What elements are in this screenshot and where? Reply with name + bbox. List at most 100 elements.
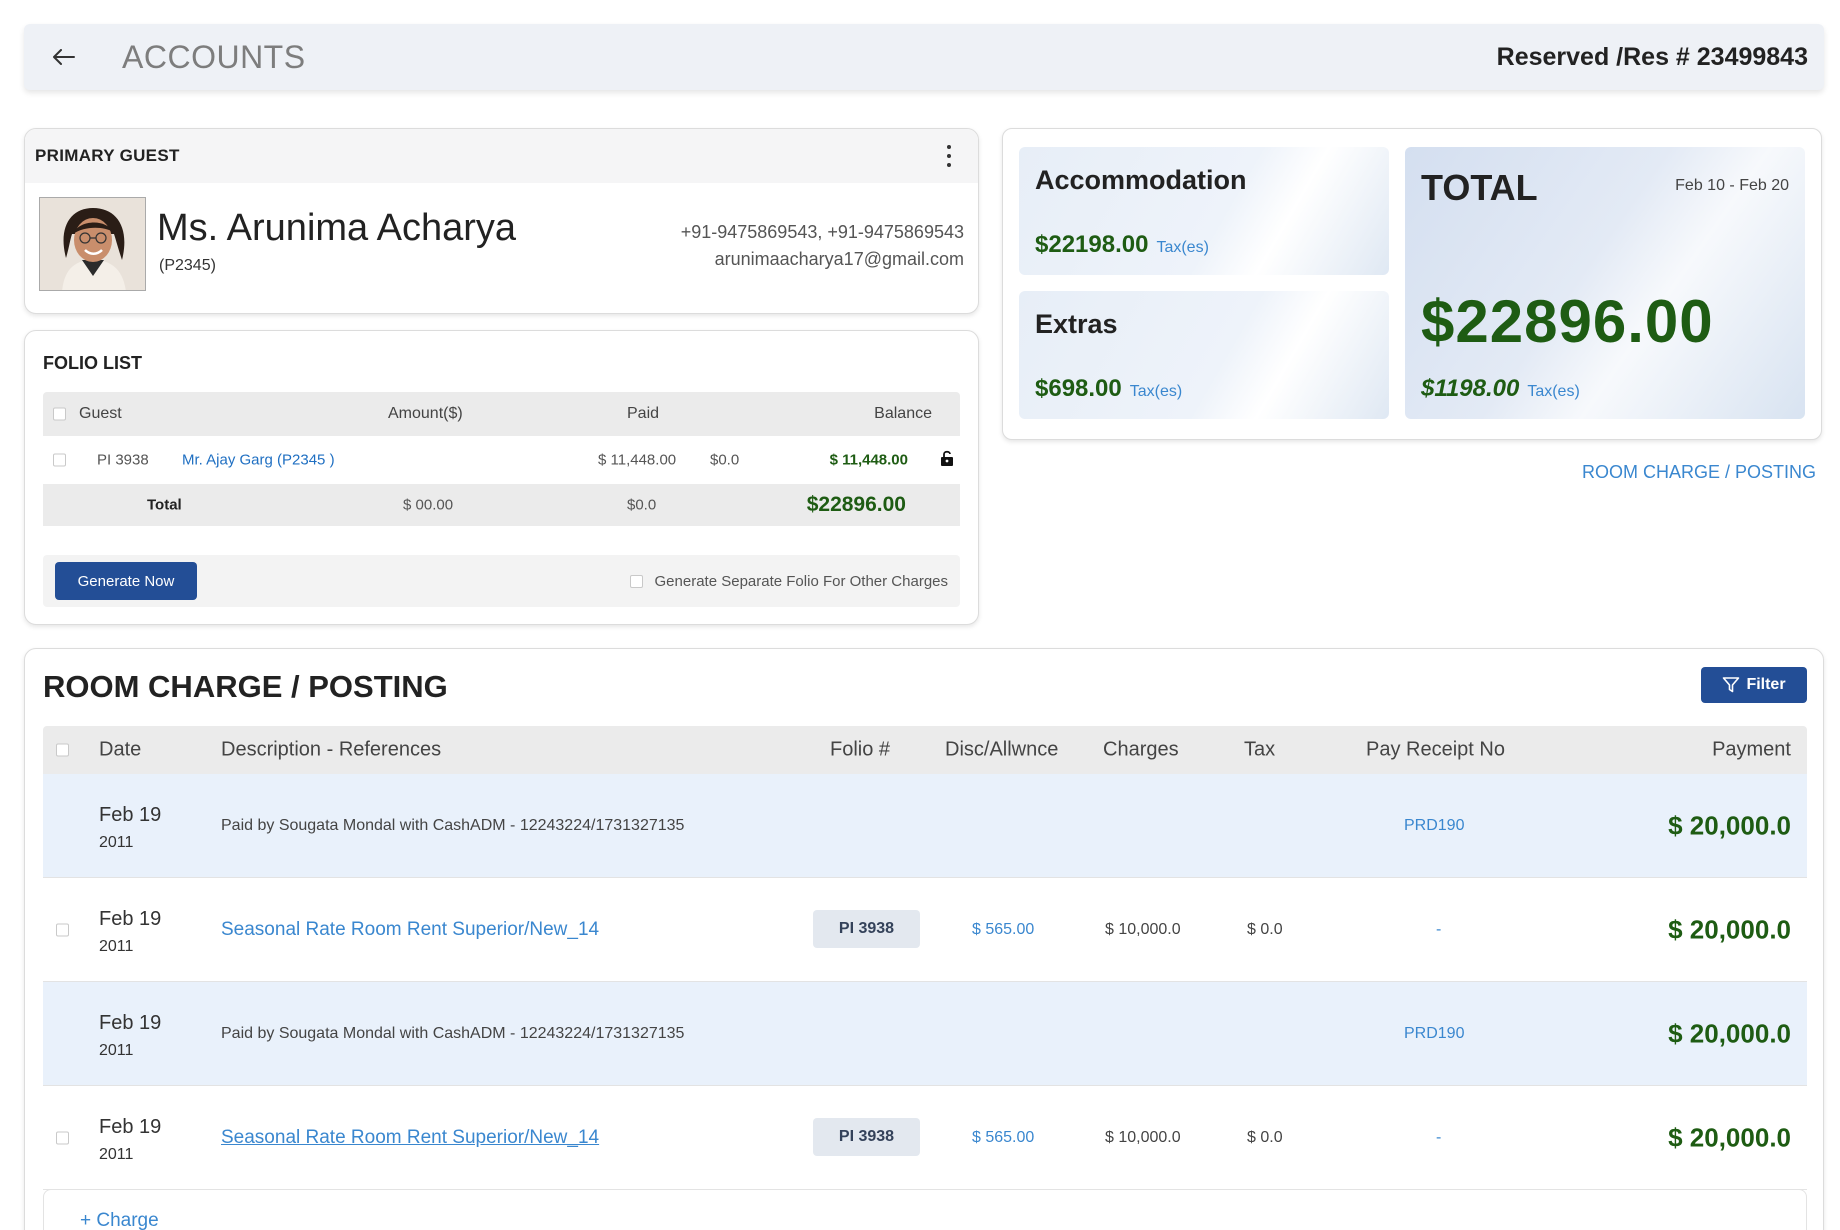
row-payment: $ 20,000.0 (1668, 914, 1791, 944)
folio-table-header: Guest Amount($) Paid Balance (43, 392, 960, 436)
room-charge-table: Date Description - References Folio # Di… (43, 726, 1807, 1190)
total-paid: $0.0 (627, 496, 657, 514)
total-tax-link[interactable]: Tax(es) (1527, 383, 1579, 400)
accommodation-amount-line: $22198.00 Tax(es) (1035, 231, 1209, 259)
row-receipt-link[interactable]: PRD190 (1404, 817, 1464, 835)
guest-name: Ms. Arunima Acharya (157, 207, 517, 249)
extras-amount: $698.00 (1035, 375, 1122, 402)
grand-total-amount: $22896.00 (1421, 288, 1714, 355)
row-discount: $ 565.00 (972, 1128, 1035, 1146)
row-charges: $ 10,000.0 (1105, 920, 1181, 938)
more-options-icon[interactable] (942, 145, 956, 167)
room-charge-posting-link[interactable]: ROOM CHARGE / POSTING (1582, 462, 1816, 483)
room-charge-header: Date Description - References Folio # Di… (43, 726, 1807, 774)
filter-label: Filter (1746, 676, 1786, 693)
row-date: Feb 19 (99, 1116, 162, 1138)
select-all-folios-checkbox[interactable] (53, 407, 66, 421)
total-label: Total (147, 496, 182, 514)
room-charge-card: ROOM CHARGE / POSTING Filter Date Descri… (24, 648, 1824, 1230)
table-row[interactable]: Feb 19 2011 Seasonal Rate Room Rent Supe… (43, 1086, 1807, 1190)
row-tax: $ 0.0 (1247, 920, 1283, 938)
row-description: Paid by Sougata Mondal with CashADM - 12… (221, 1024, 685, 1042)
folio-paid: $0.0 (710, 451, 740, 469)
back-button[interactable] (36, 24, 92, 90)
row-date: Feb 19 (99, 804, 162, 826)
separate-folio-checkbox[interactable] (629, 574, 643, 588)
back-arrow-icon (53, 49, 75, 65)
summary-card: Accommodation $22198.00 Tax(es) Extras $6… (1002, 128, 1822, 440)
col-description: Description - References (221, 738, 442, 761)
col-amount: Amount($) (388, 405, 463, 422)
accommodation-tax-link[interactable]: Tax(es) (1156, 239, 1208, 256)
row-description-link[interactable]: Seasonal Rate Room Rent Superior/New_14 (221, 1127, 599, 1149)
separate-folio-label: Generate Separate Folio For Other Charge… (654, 572, 948, 590)
row-receipt: - (1436, 920, 1442, 938)
row-receipt: - (1436, 1128, 1442, 1146)
row-description: Paid by Sougata Mondal with CashADM - 12… (221, 816, 685, 834)
col-paid: Paid (627, 405, 660, 422)
primary-guest-title: PRIMARY GUEST (35, 146, 180, 165)
folio-row-checkbox[interactable] (53, 453, 66, 467)
folio-list-title: FOLIO LIST (43, 353, 142, 373)
total-amount: $ 00.00 (403, 496, 454, 514)
folio-list-card: FOLIO LIST Guest Amount($) Paid Balance … (24, 330, 979, 625)
folio-amount: $ 11,448.00 (598, 451, 677, 469)
primary-guest-header: PRIMARY GUEST (25, 129, 978, 183)
total-tax-amount: $1198.00 (1421, 375, 1520, 402)
guest-email: arunimaacharya17@gmail.com (714, 249, 964, 269)
col-folio: Folio # (830, 738, 891, 761)
table-row[interactable]: Feb 19 2011 Seasonal Rate Room Rent Supe… (43, 878, 1807, 982)
guest-avatar (39, 197, 146, 291)
guest-contact: +91-9475869543, +91-9475869543 arunimaac… (681, 219, 964, 273)
extras-amount-line: $698.00 Tax(es) (1035, 375, 1182, 403)
accommodation-tile: Accommodation $22198.00 Tax(es) (1019, 147, 1389, 275)
col-charges: Charges (1103, 738, 1179, 761)
row-payment: $ 20,000.0 (1668, 810, 1791, 840)
folio-guest-link[interactable]: Mr. Ajay Garg (P2345 ) (182, 452, 335, 469)
total-tax-line: $1198.00 Tax(es) (1421, 375, 1580, 403)
folio-table: Guest Amount($) Paid Balance PI 3938 Mr.… (43, 392, 960, 526)
col-payment: Payment (1712, 738, 1791, 761)
row-date: Feb 19 (99, 908, 162, 930)
table-row[interactable]: Feb 19 2011 Paid by Sougata Mondal with … (43, 982, 1807, 1086)
row-description-link[interactable]: Seasonal Rate Room Rent Superior/New_14 (221, 919, 599, 941)
folio-number: PI 3938 (97, 451, 149, 469)
row-charges: $ 10,000.0 (1105, 1128, 1181, 1146)
row-payment: $ 20,000.0 (1668, 1018, 1791, 1048)
add-charge-button[interactable]: + Charge (80, 1210, 159, 1230)
unlock-icon[interactable] (940, 450, 954, 470)
guest-code: (P2345) (159, 257, 216, 274)
row-date: Feb 19 (99, 1012, 162, 1034)
generate-bar: Generate Now Generate Separate Folio For… (43, 555, 960, 607)
folio-balance: $ 11,448.00 (829, 451, 908, 469)
generate-now-button[interactable]: Generate Now (55, 562, 197, 600)
row-receipt-link[interactable]: PRD190 (1404, 1025, 1464, 1043)
guest-phones: +91-9475869543, +91-9475869543 (680, 222, 964, 242)
select-all-charges-checkbox[interactable] (56, 743, 69, 757)
table-row[interactable]: Feb 19 2011 Paid by Sougata Mondal with … (43, 774, 1807, 878)
row-tax: $ 0.0 (1247, 1128, 1283, 1146)
row-checkbox[interactable] (56, 923, 69, 936)
total-balance: $22896.00 (806, 493, 906, 516)
page-title: ACCOUNTS (122, 38, 306, 75)
filter-icon (1723, 677, 1740, 693)
accommodation-label: Accommodation (1035, 165, 1247, 195)
add-charge-row: + Charge (43, 1189, 1807, 1230)
extras-tile: Extras $698.00 Tax(es) (1019, 291, 1389, 419)
total-tile-label: TOTAL (1421, 167, 1538, 208)
filter-button[interactable]: Filter (1701, 667, 1807, 703)
row-payment: $ 20,000.0 (1668, 1122, 1791, 1152)
col-guest: Guest (79, 405, 122, 422)
folio-row[interactable]: PI 3938 Mr. Ajay Garg (P2345 ) $ 11,448.… (43, 436, 960, 484)
col-balance: Balance (874, 405, 932, 422)
top-bar: ACCOUNTS Reserved /Res # 23499843 (24, 24, 1824, 90)
row-checkbox[interactable] (56, 1131, 69, 1144)
row-year: 2011 (99, 938, 134, 955)
row-folio-badge: PI 3938 (813, 1118, 920, 1156)
col-receipt: Pay Receipt No (1366, 738, 1505, 761)
separate-folio-option[interactable]: Generate Separate Folio For Other Charge… (629, 555, 948, 607)
extras-label: Extras (1035, 309, 1118, 339)
folio-total-row: Total $ 00.00 $0.0 $22896.00 (43, 484, 960, 526)
extras-tax-link[interactable]: Tax(es) (1130, 383, 1182, 400)
total-tile: TOTAL Feb 10 - Feb 20 $22896.00 $1198.00… (1405, 147, 1805, 419)
